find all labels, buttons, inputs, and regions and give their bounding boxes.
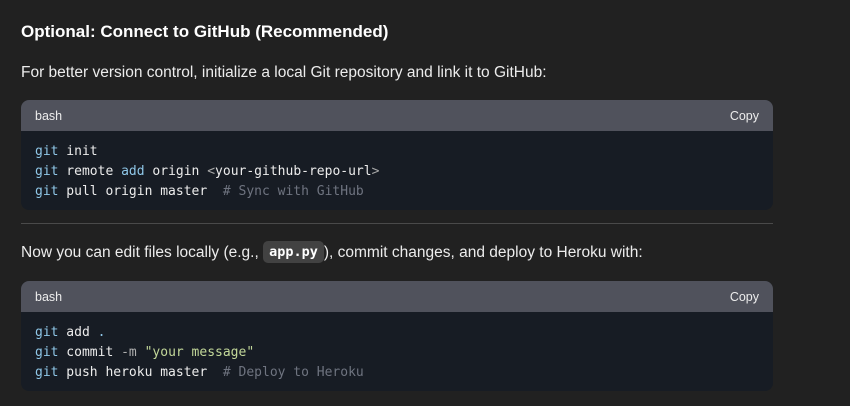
code-content: git init git remote add origin <your-gith… [21, 131, 773, 202]
code-line: git pull origin master # Sync with GitHu… [35, 184, 364, 199]
code-content: git add . git commit -m "your message" git… [21, 312, 773, 383]
code-line: git commit -m "your message" [35, 345, 255, 360]
code-line: git add . [35, 325, 106, 340]
intro-paragraph: For better version control, initialize a… [21, 64, 547, 81]
deploy-paragraph: Now you can edit files locally (e.g., ap… [21, 241, 643, 265]
inline-code-filename: app.py [263, 241, 324, 263]
code-block-header: bash Copy [21, 100, 773, 131]
code-block-git-setup: bash Copy git init git remote add origin … [21, 100, 773, 210]
code-block-header: bash Copy [21, 281, 773, 312]
chat-message-content: Optional: Connect to GitHub (Recommended… [0, 0, 850, 406]
code-language-label: bash [35, 289, 63, 304]
copy-button[interactable]: Copy [730, 109, 759, 123]
code-line: git push heroku master # Deploy to Herok… [35, 365, 364, 380]
section-heading: Optional: Connect to GitHub (Recommended… [21, 22, 389, 41]
horizontal-divider [21, 223, 773, 224]
code-block-git-deploy: bash Copy git add . git commit -m "your m… [21, 281, 773, 391]
code-line: git init [35, 144, 98, 159]
code-language-label: bash [35, 108, 63, 123]
code-line: git remote add origin <your-github-repo-… [35, 164, 380, 179]
copy-button[interactable]: Copy [730, 290, 759, 304]
